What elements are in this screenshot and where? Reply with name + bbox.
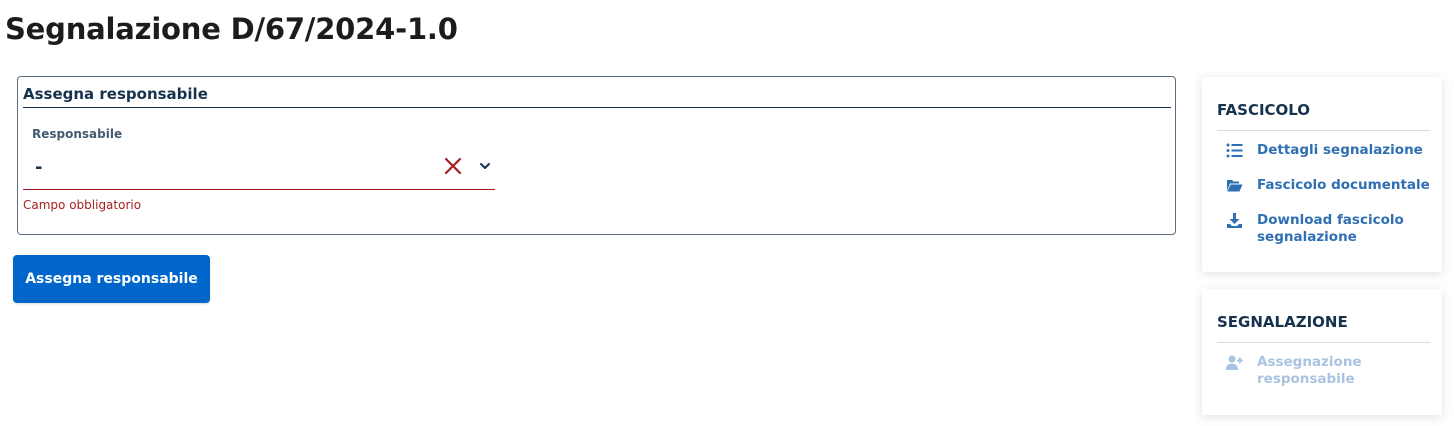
assign-responsible-button[interactable]: Assegna responsabile: [13, 255, 210, 303]
link-assegnazione-responsabile[interactable]: Assegnazione responsabile: [1226, 354, 1432, 388]
fascicolo-card-title: FASCICOLO: [1217, 101, 1311, 119]
link-label: Fascicolo documentale: [1257, 177, 1430, 193]
link-dettagli-segnalazione[interactable]: Dettagli segnalazione: [1226, 142, 1432, 159]
card-divider: [1217, 130, 1430, 131]
responsabile-label: Responsabile: [32, 127, 123, 141]
link-download-fascicolo[interactable]: Download fascicolo segnalazione: [1226, 212, 1432, 246]
link-label: Assegnazione responsabile: [1257, 354, 1362, 387]
legend-divider: [23, 107, 1171, 108]
link-fascicolo-documentale[interactable]: Fascicolo documentale: [1226, 177, 1432, 194]
segnalazione-card: SEGNALAZIONE Assegnazione responsabile: [1202, 289, 1442, 415]
link-label: Download fascicolo segnalazione: [1257, 212, 1404, 245]
download-icon: [1227, 213, 1242, 228]
link-label: Dettagli segnalazione: [1257, 142, 1423, 158]
responsabile-select[interactable]: -: [23, 147, 495, 190]
page-title: Segnalazione D/67/2024-1.0: [5, 12, 458, 46]
chevron-down-icon[interactable]: [478, 159, 492, 173]
assign-responsible-fieldset: Assegna responsabile Responsabile - Camp…: [17, 76, 1176, 235]
list-icon: [1226, 143, 1243, 158]
clear-icon[interactable]: [443, 156, 463, 176]
user-plus-icon: [1226, 355, 1243, 370]
responsabile-error-message: Campo obbligatorio: [23, 198, 142, 212]
folder-open-icon: [1227, 180, 1243, 192]
card-divider: [1217, 342, 1430, 343]
fieldset-legend: Assegna responsabile: [23, 85, 208, 103]
segnalazione-card-title: SEGNALAZIONE: [1217, 313, 1348, 331]
fascicolo-card: FASCICOLO Dettagli segnalazione Fascicol…: [1202, 77, 1442, 272]
responsabile-select-value: -: [35, 157, 43, 178]
